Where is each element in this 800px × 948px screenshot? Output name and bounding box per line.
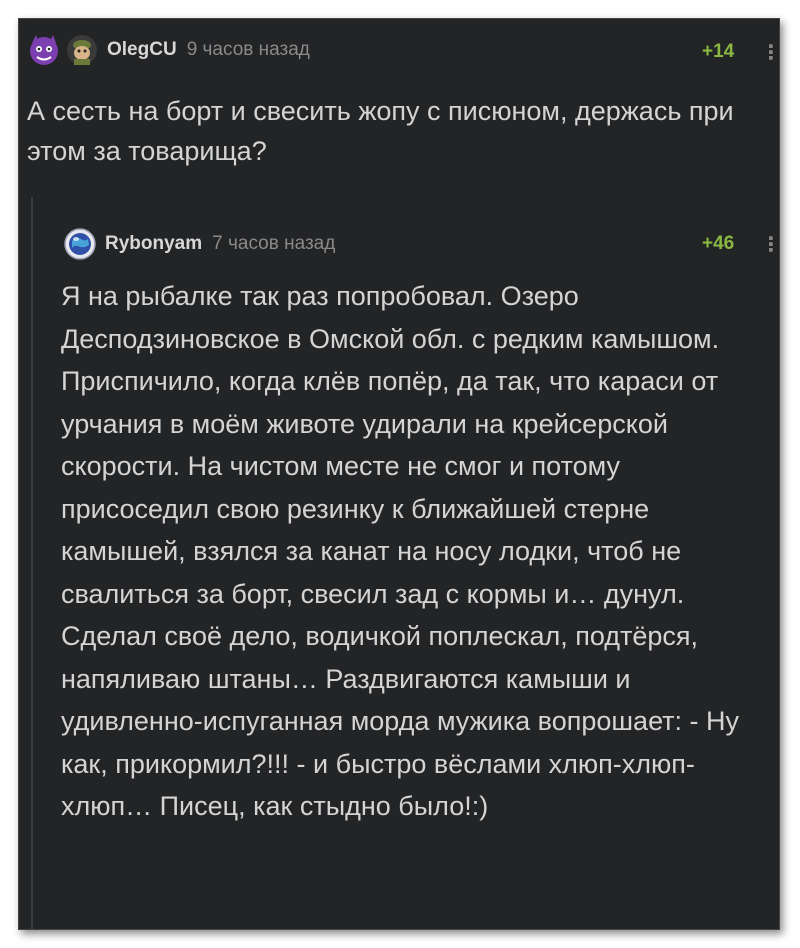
comment-1-time: 9 часов назад	[186, 39, 310, 60]
globe-avatar-icon[interactable]	[63, 227, 97, 261]
comment-2-time: 7 часов назад	[212, 233, 336, 254]
comment-1-author[interactable]: OlegCU	[107, 39, 177, 61]
comment-1-rating[interactable]: +14	[702, 41, 734, 63]
comment-2-author[interactable]: Rybonyam	[105, 233, 202, 255]
comments-screenshot-frame: OlegCU 9 часов назад +14 ⋮ А сесть на бо…	[18, 18, 780, 930]
comment-1-text: А сесть на борт и свесить жопу с писюном…	[27, 96, 734, 166]
comment-2-text: Я на рыбалке так раз попробовал. Озеро Д…	[61, 281, 740, 821]
thread-branch-line[interactable]	[31, 197, 33, 929]
comment-2-header: Rybonyam 7 часов назад	[63, 227, 335, 261]
comment-1-header: OlegCU 9 часов назад	[27, 33, 310, 67]
comment-1-more-icon[interactable]: ⋮	[761, 40, 779, 65]
purple-creature-avatar-icon[interactable]	[27, 33, 61, 67]
comment-2-rating[interactable]: +46	[702, 233, 734, 255]
cartoon-character-avatar-icon[interactable]	[65, 33, 99, 67]
comment-2-more-icon[interactable]: ⋮	[761, 232, 779, 257]
